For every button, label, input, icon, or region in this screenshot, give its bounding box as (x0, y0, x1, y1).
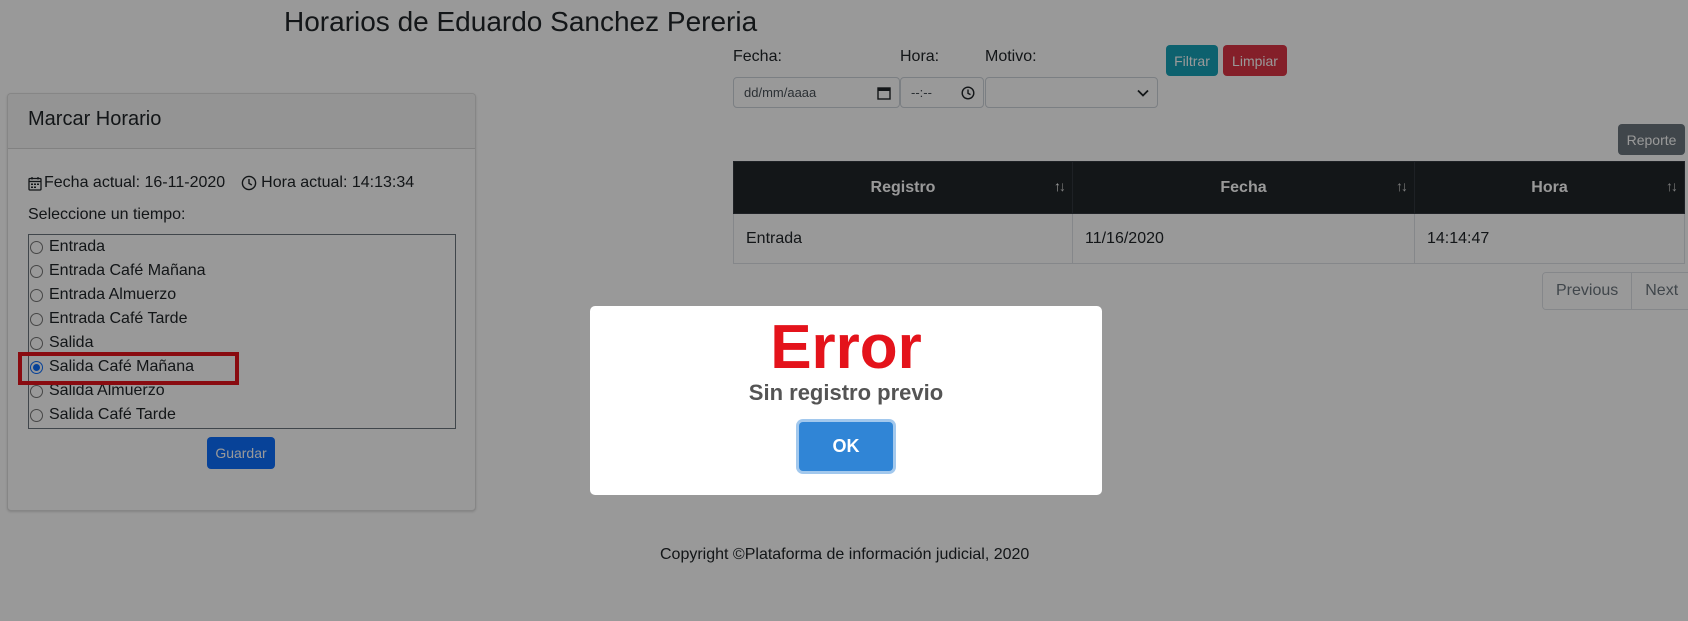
dialog-message: Sin registro previo (748, 380, 944, 405)
ok-button[interactable]: OK (799, 422, 893, 471)
dialog-title: Error (770, 313, 922, 382)
error-dialog: Error Sin registro previo OK (590, 306, 1102, 495)
